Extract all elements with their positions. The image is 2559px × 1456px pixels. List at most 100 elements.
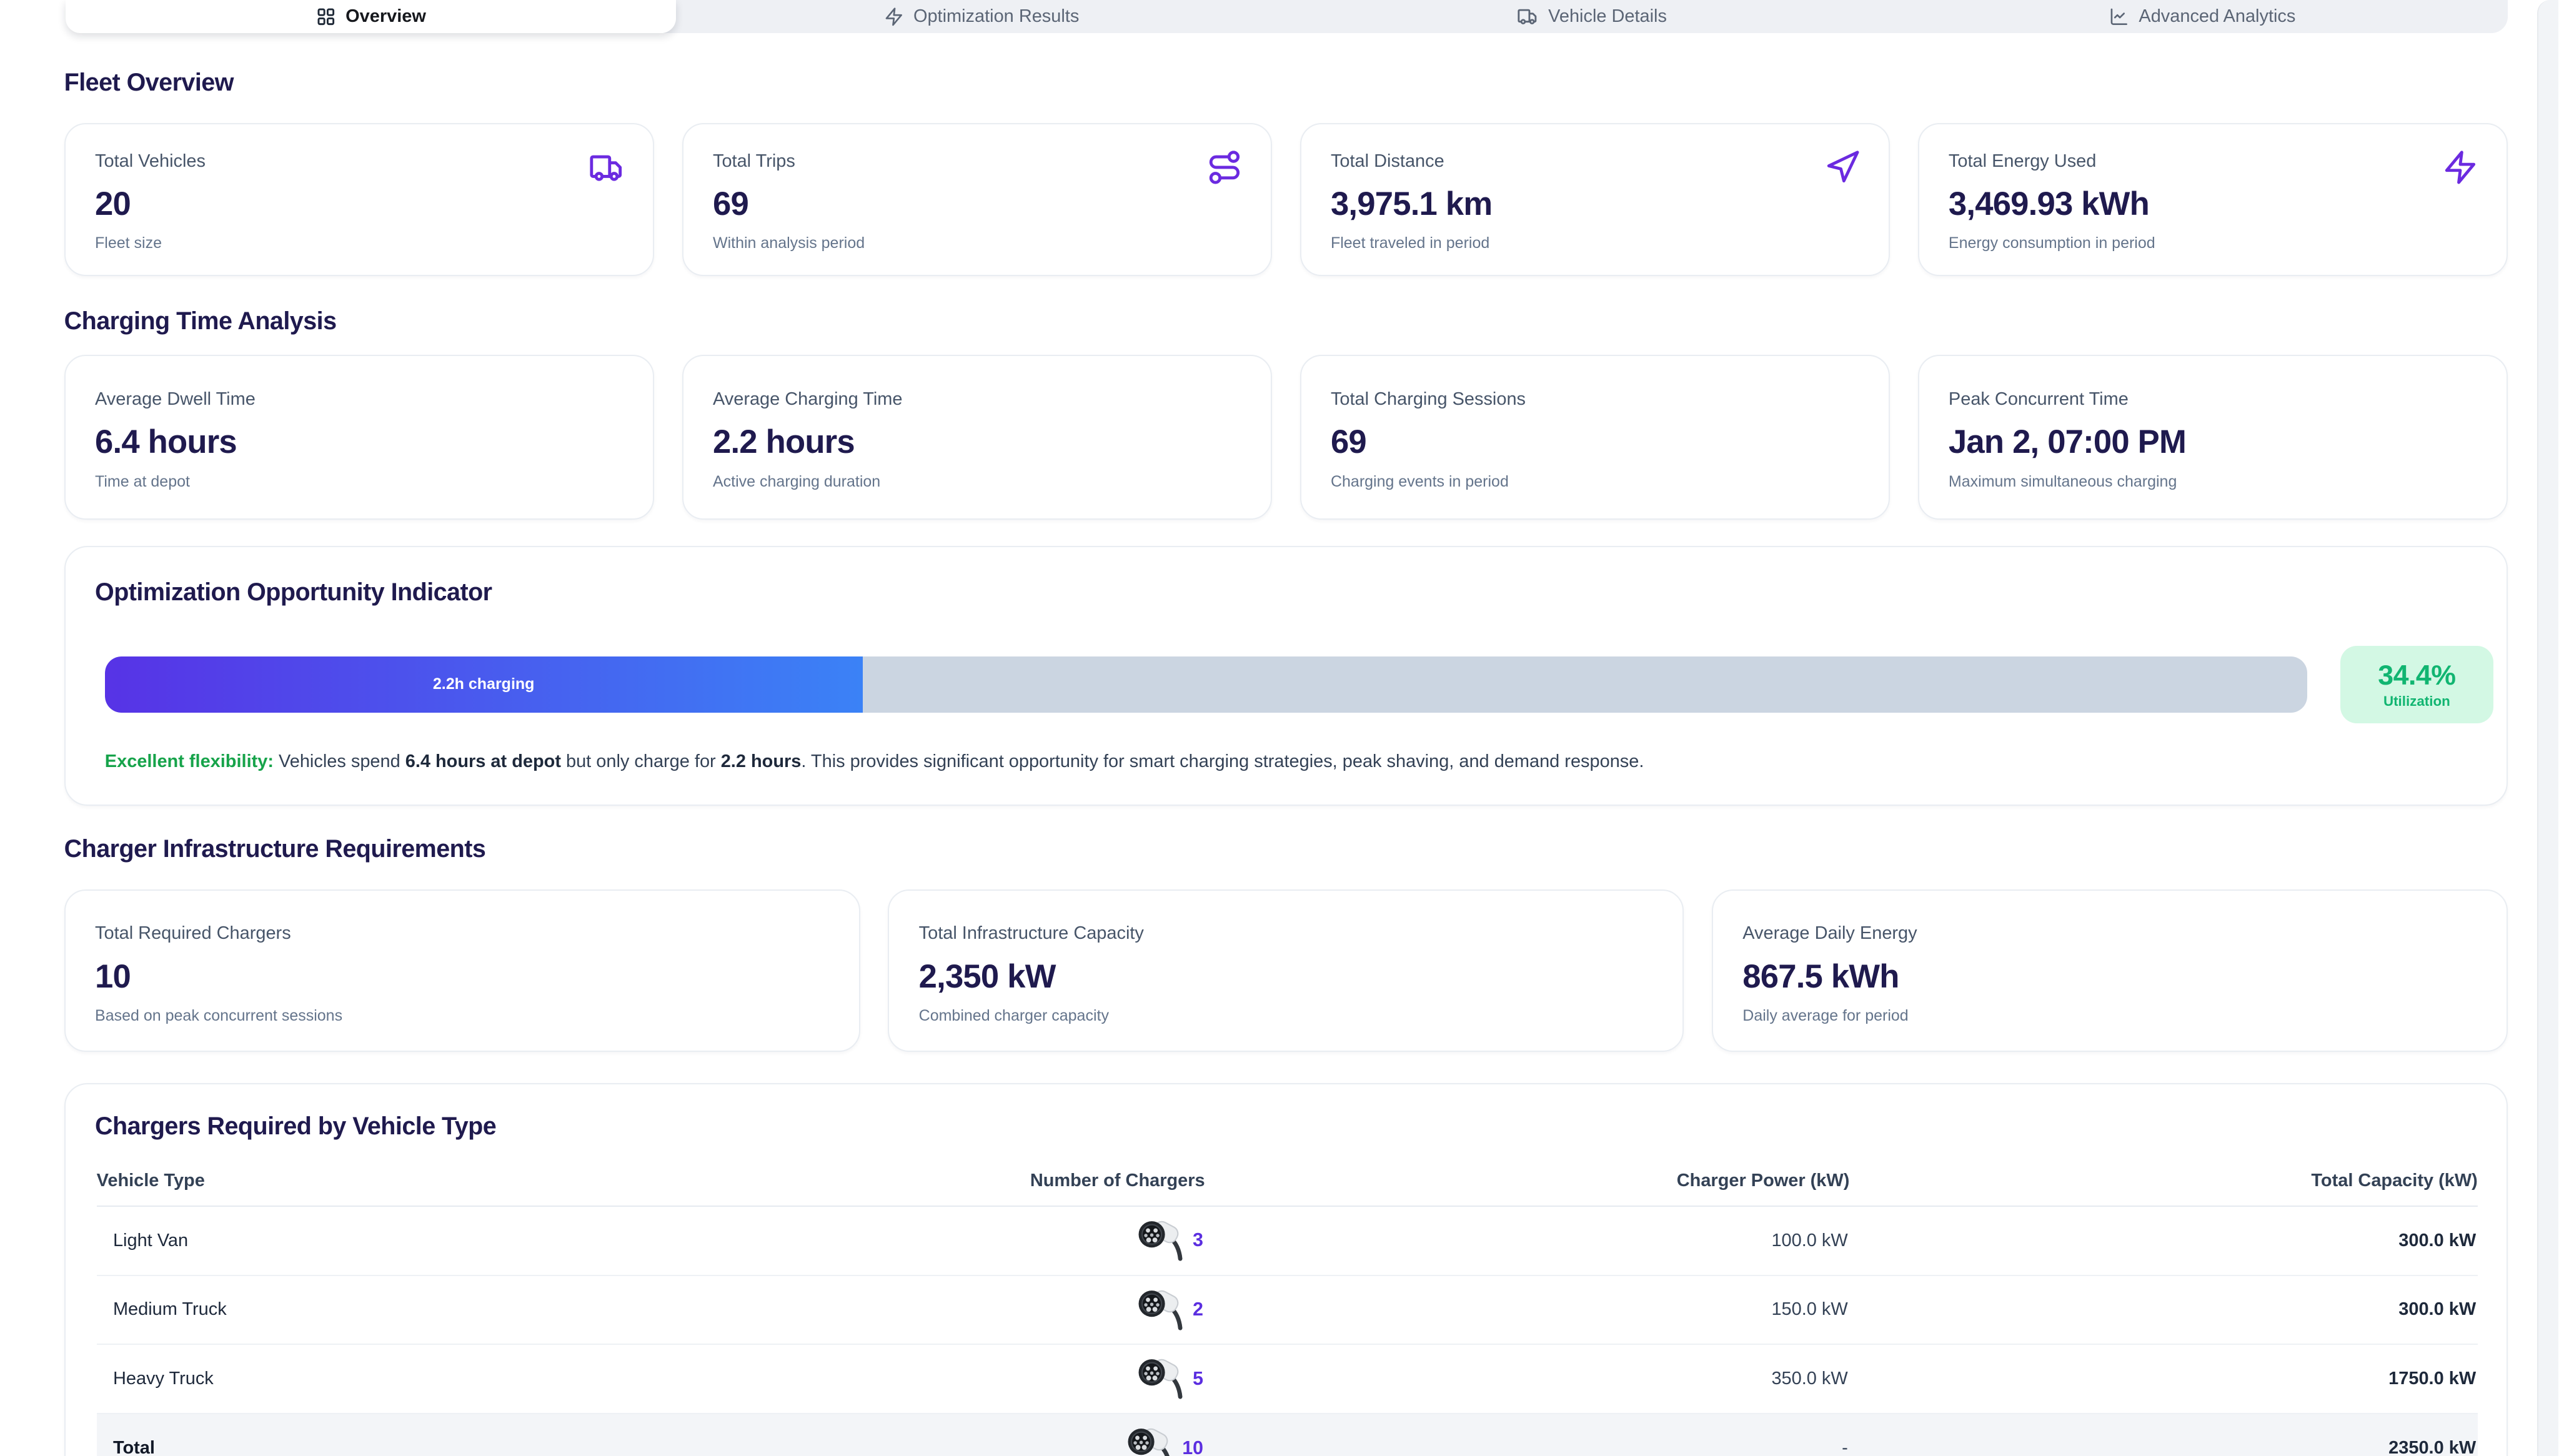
metric-value: 10	[95, 958, 829, 996]
metric-value: 3,469.93 kWh	[1949, 185, 2477, 223]
avg-charging-time-card: Average Charging Time 2.2 hours Active c…	[682, 355, 1272, 519]
chargers-table: Vehicle Type Number of Chargers Charger …	[97, 1161, 2478, 1456]
charger-power-cell: 100.0 kW	[1205, 1206, 1850, 1275]
metric-caption: Time at depot	[95, 473, 623, 491]
indicator-title: Optimization Opportunity Indicator	[95, 578, 2507, 607]
metric-caption: Combined charger capacity	[919, 1007, 1653, 1025]
zap-icon	[2442, 149, 2478, 186]
metric-label: Average Charging Time	[713, 389, 1241, 410]
charging-analysis-cards: Average Dwell Time 6.4 hours Time at dep…	[64, 362, 2508, 520]
navigation-icon	[1824, 149, 1861, 186]
total-energy-card: Total Energy Used 3,469.93 kWh Energy co…	[1918, 123, 2508, 276]
fleet-dashboard: Overview Optimization Results Vehicle De…	[0, 0, 2558, 1456]
table-row: Light Van 3100.0 kW300.0 kW	[97, 1206, 2478, 1275]
metric-caption: Fleet traveled in period	[1331, 234, 1859, 252]
metric-caption: Charging events in period	[1331, 473, 1859, 491]
table-total-row: Total10-2350.0 kW	[97, 1414, 2478, 1456]
total-capacity-cell: 300.0 kW	[1849, 1206, 2477, 1275]
charger-count: 3	[1193, 1230, 1203, 1251]
ev-plug-icon	[1138, 1357, 1188, 1400]
utilization-value: 34.4%	[2378, 660, 2455, 691]
metric-value: Jan 2, 07:00 PM	[1949, 423, 2477, 461]
metric-value: 69	[713, 185, 1241, 223]
metric-value: 6.4 hours	[95, 423, 623, 461]
infrastructure-capacity-card: Total Infrastructure Capacity 2,350 kW C…	[888, 889, 1684, 1052]
vehicle-type-cell: Light Van	[97, 1206, 590, 1275]
metric-label: Total Energy Used	[1949, 151, 2477, 172]
charger-count-cell: 3	[590, 1206, 1205, 1275]
charger-power-cell: -	[1205, 1414, 1850, 1456]
col-number-of-chargers: Number of Chargers	[590, 1161, 1205, 1206]
metric-value: 867.5 kWh	[1742, 958, 2477, 996]
ev-plug-icon	[1128, 1427, 1177, 1456]
infrastructure-cards: Total Required Chargers 10 Based on peak…	[64, 889, 2508, 1052]
total-capacity-cell: 300.0 kW	[1849, 1275, 2477, 1345]
route-icon	[1206, 149, 1243, 186]
charging-analysis-heading: Charging Time Analysis	[64, 309, 2508, 334]
col-total-capacity: Total Capacity (kW)	[1849, 1161, 2477, 1206]
metric-label: Total Infrastructure Capacity	[919, 923, 1653, 944]
total-vehicles-card: Total Vehicles 20 Fleet size	[64, 123, 654, 276]
chargers-table-title: Chargers Required by Vehicle Type	[95, 1112, 2507, 1141]
metric-value: 2,350 kW	[919, 958, 1653, 996]
metric-label: Peak Concurrent Time	[1949, 389, 2477, 410]
metric-label: Average Daily Energy	[1742, 923, 2477, 944]
metric-value: 20	[95, 185, 623, 223]
charger-count: 10	[1182, 1438, 1203, 1456]
charger-count: 5	[1193, 1369, 1203, 1390]
utilization-bar-track: 2.2h charging	[105, 656, 2308, 712]
bar-label: 2.2h charging	[433, 675, 535, 693]
metric-label: Total Trips	[713, 151, 1241, 172]
note-bold: 6.4 hours at depot	[405, 751, 561, 771]
metric-caption: Fleet size	[95, 234, 623, 252]
truck-icon	[589, 149, 625, 186]
charger-count-cell: 2	[590, 1275, 1205, 1345]
avg-dwell-time-card: Average Dwell Time 6.4 hours Time at dep…	[64, 355, 654, 519]
metric-value: 3,975.1 km	[1331, 185, 1859, 223]
utilization-label: Utilization	[2383, 693, 2450, 710]
scrollbar-track[interactable]	[2537, 0, 2558, 1456]
metric-label: Total Charging Sessions	[1331, 389, 1859, 410]
peak-concurrent-card: Peak Concurrent Time Jan 2, 07:00 PM Max…	[1918, 355, 2508, 519]
total-capacity-cell: 1750.0 kW	[1849, 1344, 2477, 1414]
charger-count-cell: 10	[590, 1414, 1205, 1456]
metric-label: Total Vehicles	[95, 151, 623, 172]
total-distance-card: Total Distance 3,975.1 km Fleet traveled…	[1300, 123, 1890, 276]
note-text: . This provides significant opportunity …	[801, 751, 1644, 771]
table-header-row: Vehicle Type Number of Chargers Charger …	[97, 1161, 2478, 1206]
flexibility-note: Excellent flexibility: Vehicles spend 6.…	[105, 750, 2467, 774]
avg-daily-energy-card: Average Daily Energy 867.5 kWh Daily ave…	[1712, 889, 2508, 1052]
vehicle-type-cell: Heavy Truck	[97, 1344, 590, 1414]
col-charger-power: Charger Power (kW)	[1205, 1161, 1850, 1206]
note-text: Vehicles spend	[274, 751, 405, 771]
note-bold: 2.2 hours	[721, 751, 802, 771]
required-chargers-card: Total Required Chargers 10 Based on peak…	[64, 889, 860, 1052]
metric-caption: Based on peak concurrent sessions	[95, 1007, 829, 1025]
total-sessions-card: Total Charging Sessions 69 Charging even…	[1300, 355, 1890, 519]
fleet-overview-heading: Fleet Overview	[64, 71, 2508, 95]
charger-count: 2	[1193, 1299, 1203, 1320]
metric-caption: Active charging duration	[713, 473, 1241, 491]
fleet-overview-cards: Total Vehicles 20 Fleet size Total Trips…	[64, 123, 2508, 276]
metric-caption: Within analysis period	[713, 234, 1241, 252]
metric-label: Total Required Chargers	[95, 923, 829, 944]
charger-power-cell: 150.0 kW	[1205, 1275, 1850, 1345]
vehicle-type-cell: Medium Truck	[97, 1275, 590, 1345]
utilization-bar-fill: 2.2h charging	[105, 656, 863, 712]
metric-label: Average Dwell Time	[95, 389, 623, 410]
metric-caption: Daily average for period	[1742, 1007, 2477, 1025]
chargers-table-card: Chargers Required by Vehicle Type Vehicl…	[64, 1083, 2508, 1456]
total-capacity-cell: 2350.0 kW	[1849, 1414, 2477, 1456]
charger-power-cell: 350.0 kW	[1205, 1344, 1850, 1414]
metric-value: 69	[1331, 423, 1859, 461]
optimization-indicator-card: Optimization Opportunity Indicator 2.2h …	[64, 546, 2508, 806]
col-vehicle-type: Vehicle Type	[97, 1161, 590, 1206]
metric-caption: Maximum simultaneous charging	[1949, 473, 2477, 491]
ev-plug-icon	[1138, 1219, 1188, 1262]
metric-label: Total Distance	[1331, 151, 1859, 172]
metric-caption: Energy consumption in period	[1949, 234, 2477, 252]
table-row: Heavy Truck 5350.0 kW1750.0 kW	[97, 1344, 2478, 1414]
infrastructure-heading: Charger Infrastructure Requirements	[64, 837, 2508, 861]
flexibility-highlight: Excellent flexibility:	[105, 751, 274, 771]
note-text: but only charge for	[561, 751, 721, 771]
